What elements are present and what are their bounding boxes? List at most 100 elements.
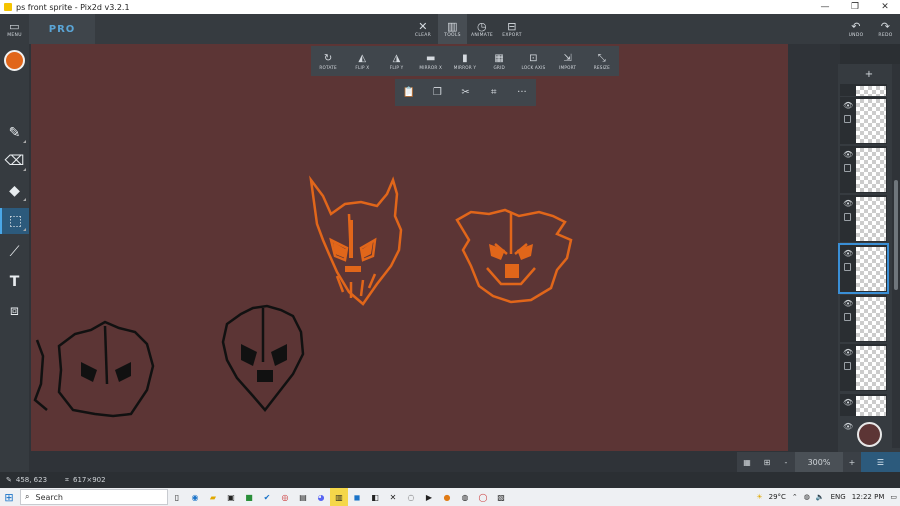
fit-view-button[interactable]: ⊞	[757, 452, 777, 472]
layer-item[interactable]: 👁	[840, 295, 887, 342]
zoom-out-button[interactable]: -	[777, 452, 795, 472]
fit-icon: ⊞	[763, 457, 771, 467]
background-visibility-eye-icon[interactable]: 👁	[843, 422, 853, 431]
layer-thumbnail	[856, 86, 886, 96]
layer-item[interactable]: 👁	[840, 97, 887, 144]
copy-icon: ❐	[432, 87, 442, 98]
menu-button[interactable]: ▭ MENU	[0, 14, 29, 44]
weather-temp[interactable]: 29°C	[769, 493, 786, 501]
eyedropper-icon: ⟋	[9, 244, 20, 260]
visibility-eye-icon[interactable]: 👁	[843, 249, 853, 258]
lock-icon[interactable]	[844, 164, 851, 172]
discord-icon[interactable]: ◕	[312, 488, 330, 506]
file-explorer-icon[interactable]: ▰	[204, 488, 222, 506]
visibility-eye-icon[interactable]: 👁	[843, 150, 853, 159]
app-last-icon[interactable]: ▧	[492, 488, 510, 506]
layers-toggle-button[interactable]: ☰	[861, 452, 900, 472]
app-play-icon[interactable]: ▶	[420, 488, 438, 506]
pencil-tool[interactable]: ✎	[0, 120, 29, 146]
store-icon[interactable]: ▣	[222, 488, 240, 506]
copy-button[interactable]: ❐	[423, 79, 451, 106]
app-media-icon[interactable]: ▤	[294, 488, 312, 506]
opera-icon[interactable]: ◯	[474, 488, 492, 506]
maximize-button[interactable]: ❐	[840, 0, 870, 14]
text-tool[interactable]: T	[0, 269, 29, 295]
layer-item[interactable]	[840, 84, 887, 96]
import-button[interactable]: ⇲ IMPORT	[551, 46, 585, 76]
lock-axis-button[interactable]: ⊡ LOCK AXIS	[516, 46, 550, 76]
notifications-icon[interactable]: ▭	[890, 493, 897, 501]
layer-item[interactable]: 👁	[840, 146, 887, 193]
app-red-icon[interactable]: ◎	[276, 488, 294, 506]
layers-scroll-thumb[interactable]	[894, 180, 898, 290]
task-view-icon[interactable]: ▯	[168, 488, 186, 506]
crop-selection-button[interactable]: ⌗	[480, 79, 508, 106]
background-color-swatch[interactable]	[857, 422, 882, 447]
layer-item[interactable]: 👁	[840, 394, 887, 416]
pix2d-taskbar-icon[interactable]: ▥	[330, 488, 348, 506]
edge-icon[interactable]: ◉	[186, 488, 204, 506]
grid-button[interactable]: ▦ GRID	[482, 46, 516, 76]
paste-button[interactable]: 📋	[395, 79, 423, 106]
tray-chevron-icon[interactable]: ⌃	[792, 493, 798, 501]
app-blue-icon[interactable]: ✔	[258, 488, 276, 506]
visibility-eye-icon[interactable]: 👁	[843, 299, 853, 308]
selection-tool[interactable]: ⬚	[0, 208, 29, 234]
clock[interactable]: 12:22 PM	[852, 493, 885, 501]
redo-button[interactable]: ↷ REDO	[871, 14, 900, 44]
crop-tool[interactable]: ⧈	[0, 298, 29, 324]
eyedropper-tool[interactable]: ⟋	[0, 239, 29, 265]
visibility-eye-icon[interactable]: 👁	[843, 101, 853, 110]
taskbar-search-input[interactable]: ⌕ Search	[20, 489, 168, 505]
tools-icon: ▥	[447, 19, 458, 33]
layer-item[interactable]: 👁	[840, 344, 887, 391]
eraser-tool[interactable]: ⌫	[0, 148, 29, 174]
lock-icon[interactable]	[844, 313, 851, 321]
flip-x-button[interactable]: ◭ FLIP X	[345, 46, 379, 76]
app-circle-icon[interactable]: ◌	[402, 488, 420, 506]
app-dark-icon[interactable]: ◧	[366, 488, 384, 506]
export-button[interactable]: ⊟ EXPORT	[497, 14, 527, 44]
mirror-x-button[interactable]: ▬ MIRROR X	[414, 46, 448, 76]
layer-item[interactable]: 👁	[840, 195, 887, 242]
more-options-button[interactable]: ···	[508, 79, 536, 106]
cut-button[interactable]: ✂	[451, 79, 479, 106]
resize-button[interactable]: ⤡ RESIZE	[585, 46, 619, 76]
lock-icon[interactable]	[844, 362, 851, 370]
zoom-in-button[interactable]: +	[843, 452, 861, 472]
lock-icon[interactable]	[844, 263, 851, 271]
app-grey-icon[interactable]: ✕	[384, 488, 402, 506]
close-window-button[interactable]: ✕	[870, 0, 900, 14]
visibility-eye-icon[interactable]: 👁	[843, 199, 853, 208]
layer-item-selected[interactable]: 👁	[838, 243, 889, 294]
visibility-eye-icon[interactable]: 👁	[843, 348, 853, 357]
clear-button[interactable]: ✕ CLEAR	[410, 14, 436, 44]
visibility-eye-icon[interactable]: 👁	[843, 398, 853, 407]
tools-button[interactable]: ▥ TOOLS	[438, 14, 467, 44]
minimize-button[interactable]: —	[810, 0, 840, 14]
app-orange-icon[interactable]: ●	[438, 488, 456, 506]
tray-network-icon[interactable]: ◍	[804, 493, 810, 501]
pro-badge[interactable]: PRO	[29, 14, 95, 44]
flip-y-button[interactable]: ◮ FLIP Y	[379, 46, 413, 76]
layer-thumbnail	[856, 148, 886, 192]
cursor-position: 458, 623	[15, 476, 48, 484]
primary-color-swatch[interactable]	[4, 50, 25, 71]
lock-icon[interactable]	[844, 115, 851, 123]
lock-icon[interactable]	[844, 213, 851, 221]
rotate-button[interactable]: ↻ ROTATE	[311, 46, 345, 76]
add-layer-button[interactable]: +	[838, 64, 900, 84]
zoom-level[interactable]: 300%	[795, 452, 843, 472]
mirror-y-button[interactable]: ▮ MIRROR Y	[448, 46, 482, 76]
animate-button[interactable]: ◷ ANIMATE	[468, 14, 496, 44]
app-blue2-icon[interactable]: ◼	[348, 488, 366, 506]
windows-start-icon[interactable]: ⊞	[0, 488, 18, 506]
steam-icon[interactable]: ◍	[456, 488, 474, 506]
pixel-grid-toggle[interactable]: ▦	[737, 452, 757, 472]
layers-icon: ☰	[876, 457, 885, 467]
undo-button[interactable]: ↶ UNDO	[842, 14, 870, 44]
fill-tool[interactable]: ◆	[0, 178, 29, 204]
language-indicator[interactable]: ENG	[831, 493, 846, 501]
app-green-icon[interactable]: ■	[240, 488, 258, 506]
tray-volume-icon[interactable]: 🔈	[816, 493, 825, 501]
